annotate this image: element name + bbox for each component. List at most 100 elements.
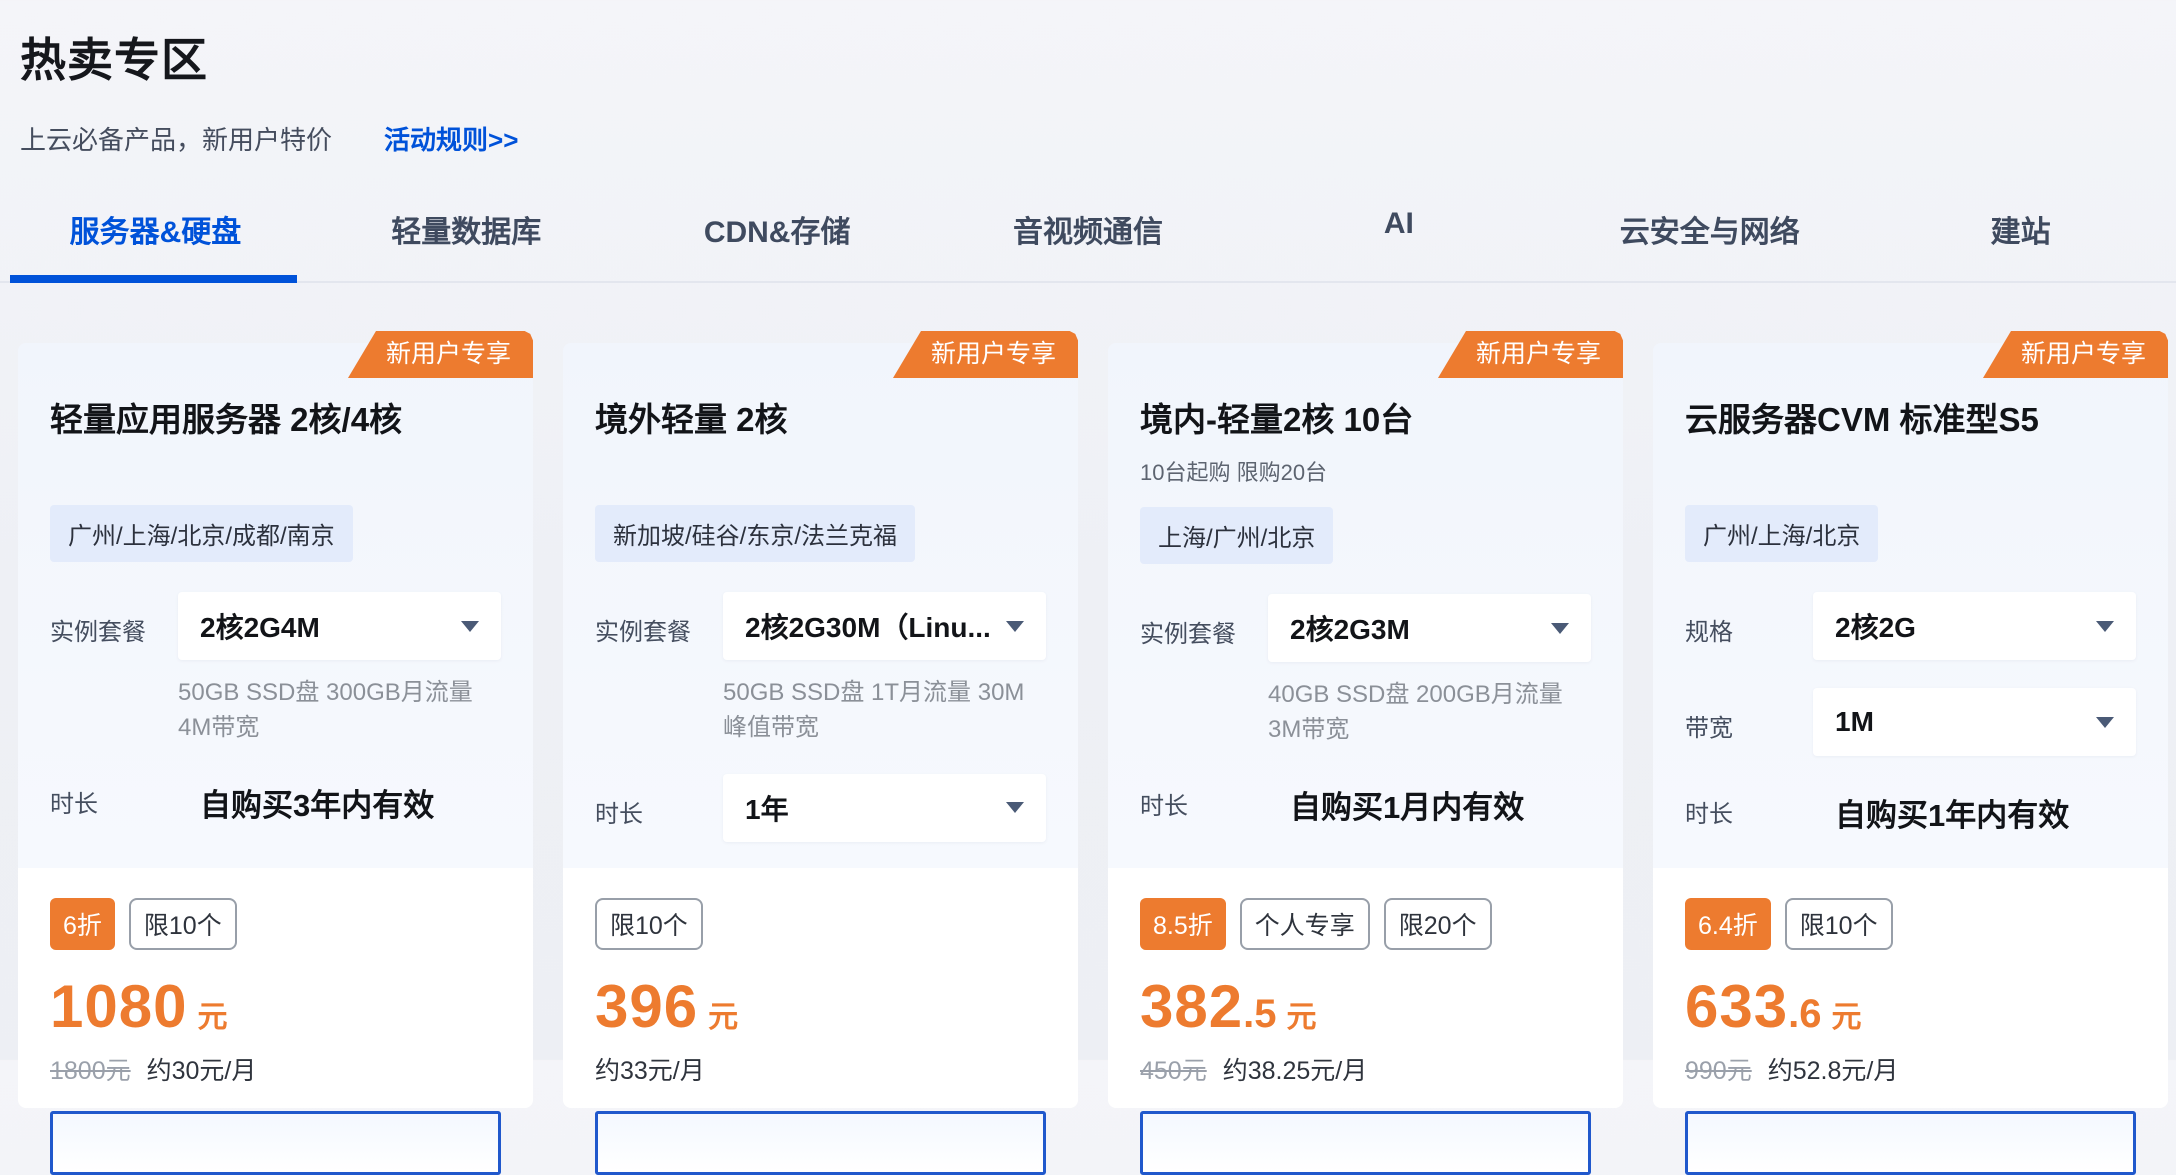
config-value: 2核2G xyxy=(1813,592,2136,660)
config-row: 带宽1M xyxy=(1685,688,2136,756)
config-value: 1M xyxy=(1813,688,2136,756)
config-row: 规格 2核2G xyxy=(1685,592,2136,660)
config-select[interactable]: 2核2G30M（Linu... xyxy=(723,592,1046,660)
purchase-limit-note: 10台起购 限购20台 xyxy=(1140,455,1591,487)
region-tag: 广州/上海/北京/成都/南京 xyxy=(50,505,353,562)
config-row: 实例套餐2核2G4M50GB SSD盘 300GB月流量 4M带宽 xyxy=(50,592,501,746)
config-label: 时长 xyxy=(1685,784,1813,829)
buy-button[interactable] xyxy=(595,1111,1046,1175)
config-select[interactable]: 2核2G xyxy=(1813,592,2136,660)
select-value: 2核2G xyxy=(1835,606,1916,646)
config-label: 实例套餐 xyxy=(50,592,178,647)
tab-6[interactable]: 建站 xyxy=(1865,207,2176,281)
config-label: 时长 xyxy=(50,774,178,819)
buy-button[interactable] xyxy=(50,1111,501,1175)
config-select[interactable]: 2核2G4M xyxy=(178,592,501,660)
promo-badges: 8.5折个人专享限20个 xyxy=(1140,898,1591,950)
promo-badges: 6折限10个 xyxy=(50,898,501,950)
promo-badges: 限10个 xyxy=(595,898,1046,950)
purchase-limit-note xyxy=(50,455,501,485)
chevron-down-icon xyxy=(2096,621,2114,632)
tab-5[interactable]: 云安全与网络 xyxy=(1554,207,1865,281)
new-user-ribbon: 新用户专享 xyxy=(893,331,1078,378)
tabs: 服务器&硬盘轻量数据库CDN&存储音视频通信AI云安全与网络建站 xyxy=(0,207,2176,283)
price-secondary-row: 约33元/月 xyxy=(595,1051,1046,1087)
config-static-value: 自购买1月内有效 xyxy=(1268,776,1591,827)
config-select[interactable]: 1年 xyxy=(723,774,1046,842)
price-secondary-row: 990元约52.8元/月 xyxy=(1685,1051,2136,1087)
price-integer: 382 xyxy=(1140,972,1243,1041)
monthly-price: 约30元/月 xyxy=(147,1051,257,1087)
card-info-section: 新用户专享云服务器CVM 标准型S5广州/上海/北京规格2核2G带宽1M时长自购… xyxy=(1653,343,2168,868)
card-price-section: 6.4折限10个633.6元990元约52.8元/月 xyxy=(1653,868,2168,1108)
config-label: 规格 xyxy=(1685,592,1813,647)
original-price: 990元 xyxy=(1685,1051,1752,1087)
limit-badge: 限20个 xyxy=(1384,898,1492,950)
new-user-ribbon: 新用户专享 xyxy=(1983,331,2168,378)
config-value: 自购买1年内有效 xyxy=(1813,784,2136,835)
product-title: 境内-轻量2核 10台 xyxy=(1140,393,1591,441)
config-label: 实例套餐 xyxy=(595,592,723,647)
product-card: 新用户专享云服务器CVM 标准型S5广州/上海/北京规格2核2G带宽1M时长自购… xyxy=(1653,343,2168,1108)
tab-3[interactable]: 音视频通信 xyxy=(933,207,1244,281)
original-price: 1800元 xyxy=(50,1051,131,1087)
activity-rules-link[interactable]: 活动规则>> xyxy=(384,120,518,157)
limit-badge: 限10个 xyxy=(595,898,703,950)
config-row: 时长自购买1月内有效 xyxy=(1140,776,1591,827)
select-value: 1M xyxy=(1835,706,1874,738)
page-title: 热卖专区 xyxy=(20,24,2154,90)
config-row: 实例套餐2核2G30M（Linu... 50GB SSD盘 1T月流量 30M峰值… xyxy=(595,592,1046,746)
config-label: 实例套餐 xyxy=(1140,594,1268,649)
limit-badge: 限10个 xyxy=(129,898,237,950)
region-tag: 新加坡/硅谷/东京/法兰克福 xyxy=(595,505,915,562)
monthly-price: 约33元/月 xyxy=(595,1051,705,1087)
region-tag: 广州/上海/北京 xyxy=(1685,505,1878,562)
price-integer: 1080 xyxy=(50,972,187,1041)
chevron-down-icon xyxy=(461,621,479,632)
product-title: 轻量应用服务器 2核/4核 xyxy=(50,393,501,441)
price-decimal: .6 xyxy=(1788,992,1821,1037)
config-row: 时长自购买3年内有效 xyxy=(50,774,501,825)
card-info-section: 新用户专享轻量应用服务器 2核/4核广州/上海/北京/成都/南京实例套餐2核2G… xyxy=(18,343,533,868)
price-secondary-row: 1800元约30元/月 xyxy=(50,1051,501,1087)
monthly-price: 约38.25元/月 xyxy=(1223,1051,1368,1087)
price: 382.5元 xyxy=(1140,972,1591,1041)
page-header: 热卖专区 上云必备产品，新用户特价 活动规则>> xyxy=(0,0,2176,157)
monthly-price: 约52.8元/月 xyxy=(1768,1051,1899,1087)
config-value: 1年 xyxy=(723,774,1046,842)
price-unit: 元 xyxy=(1286,992,1316,1036)
chevron-down-icon xyxy=(1551,623,1569,634)
spec-description: 50GB SSD盘 1T月流量 30M峰值带宽 xyxy=(723,676,1046,746)
product-card: 新用户专享境外轻量 2核新加坡/硅谷/东京/法兰克福实例套餐2核2G30M（Li… xyxy=(563,343,1078,1108)
price-decimal: .5 xyxy=(1243,992,1276,1037)
config-value: 自购买1月内有效 xyxy=(1268,776,1591,827)
new-user-ribbon: 新用户专享 xyxy=(348,331,533,378)
config-rows: 实例套餐2核2G3M40GB SSD盘 200GB月流量 3M带宽时长自购买1月… xyxy=(1140,594,1591,827)
config-value: 2核2G30M（Linu... 50GB SSD盘 1T月流量 30M峰值带宽 xyxy=(723,592,1046,746)
buy-button[interactable] xyxy=(1140,1111,1591,1175)
price-unit: 元 xyxy=(197,992,227,1036)
buy-button[interactable] xyxy=(1685,1111,2136,1175)
config-rows: 规格 2核2G 带宽1M 时长自购买1年内有效 xyxy=(1685,592,2136,835)
discount-badge: 6.4折 xyxy=(1685,898,1771,950)
card-price-section: 8.5折个人专享限20个382.5元450元约38.25元/月 xyxy=(1108,868,1623,1108)
config-rows: 实例套餐2核2G30M（Linu... 50GB SSD盘 1T月流量 30M峰值… xyxy=(595,592,1046,842)
config-row: 实例套餐2核2G3M40GB SSD盘 200GB月流量 3M带宽 xyxy=(1140,594,1591,748)
tab-2[interactable]: CDN&存储 xyxy=(622,207,933,281)
cards-row: 新用户专享轻量应用服务器 2核/4核广州/上海/北京/成都/南京实例套餐2核2G… xyxy=(0,283,2176,1108)
config-static-value: 自购买1年内有效 xyxy=(1813,784,2136,835)
price: 633.6元 xyxy=(1685,972,2136,1041)
tab-0[interactable]: 服务器&硬盘 xyxy=(0,207,311,281)
price-unit: 元 xyxy=(1831,992,1861,1036)
page-subtitle: 上云必备产品，新用户特价 xyxy=(20,120,332,157)
config-select[interactable]: 1M xyxy=(1813,688,2136,756)
config-row: 时长自购买1年内有效 xyxy=(1685,784,2136,835)
price-integer: 633 xyxy=(1685,972,1788,1041)
tab-1[interactable]: 轻量数据库 xyxy=(311,207,622,281)
config-static-value: 自购买3年内有效 xyxy=(178,774,501,825)
tab-4[interactable]: AI xyxy=(1243,207,1554,281)
config-select[interactable]: 2核2G3M xyxy=(1268,594,1591,662)
discount-badge: 6折 xyxy=(50,898,115,950)
subtitle-row: 上云必备产品，新用户特价 活动规则>> xyxy=(20,120,2154,157)
card-price-section: 6折限10个 1080元 1800元约30元/月 xyxy=(18,868,533,1108)
